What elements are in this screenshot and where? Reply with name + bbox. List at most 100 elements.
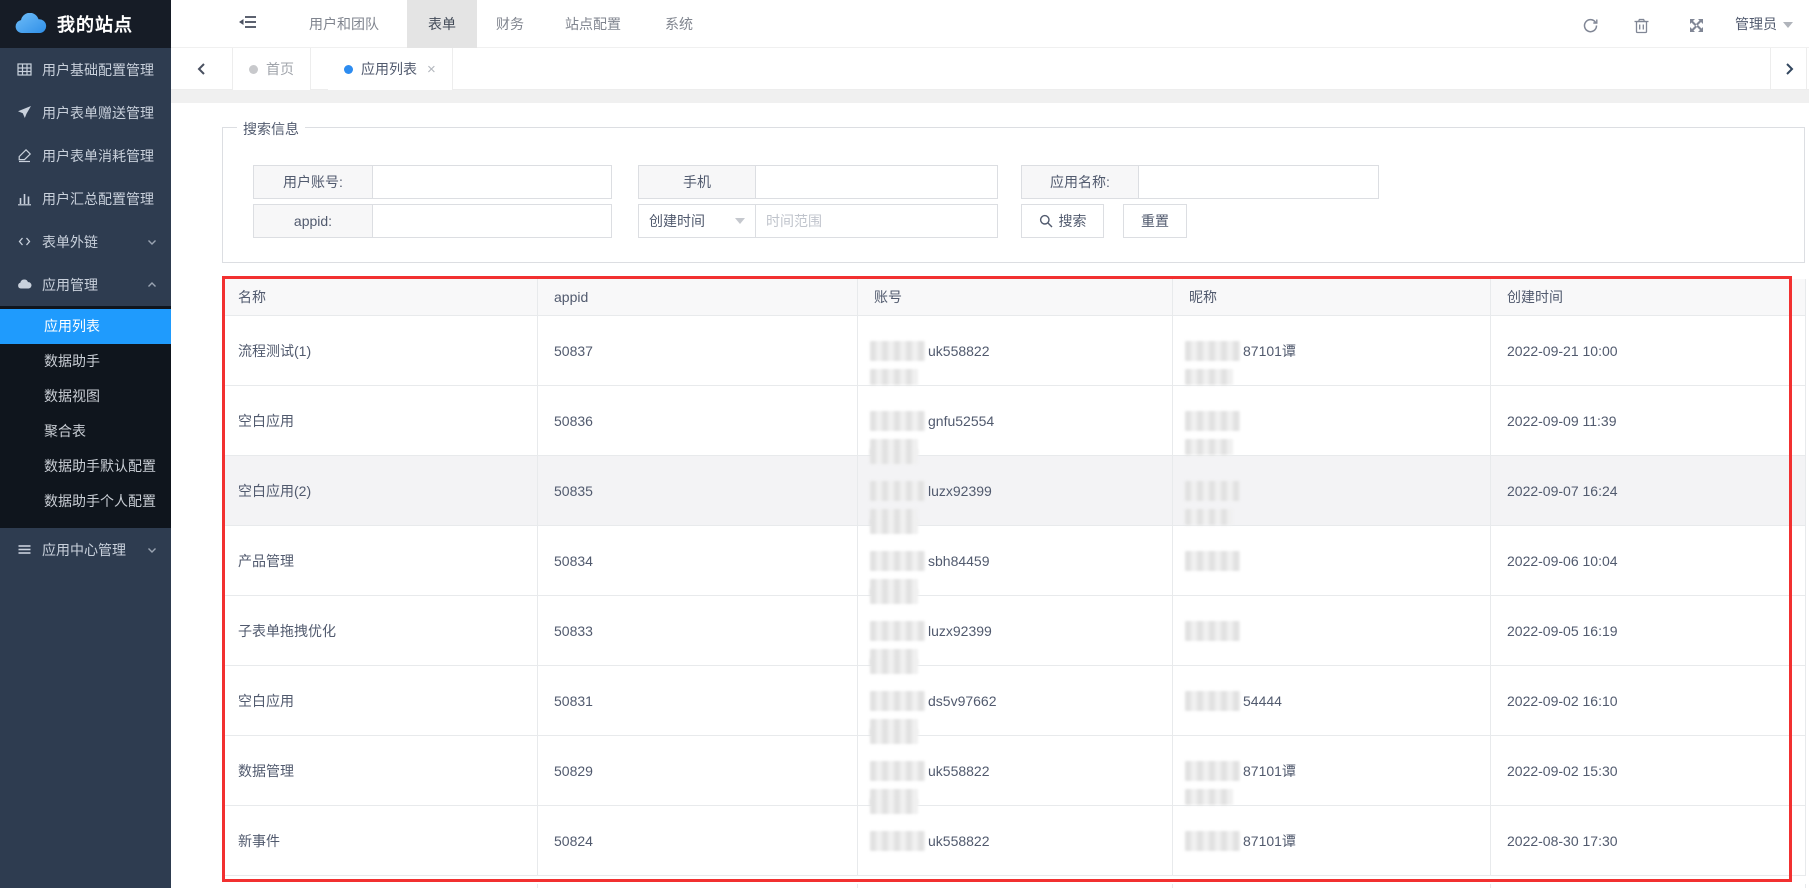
- table-row[interactable]: 产品管理 50834 sbh84459 2022-09-06 10:04: [222, 526, 1805, 596]
- close-icon[interactable]: ×: [427, 61, 436, 78]
- redaction-blur: [870, 729, 918, 744]
- main-content: 搜索信息 用户账号: 手机 应用名称: appid: 创建时间 搜索 重置 名称…: [171, 103, 1809, 888]
- app-name-input[interactable]: [1138, 165, 1379, 199]
- redaction-blur: [870, 761, 925, 781]
- search-icon: [1039, 214, 1053, 228]
- sidebar-item-data-view[interactable]: 数据视图: [0, 379, 171, 414]
- cell-appid: 50836: [538, 386, 858, 456]
- cell-account: luzx92399: [858, 596, 1173, 666]
- tab-home[interactable]: 首页: [233, 48, 311, 90]
- cell-appid: 50835: [538, 456, 858, 526]
- table-row[interactable]: 子表单拖拽优化 50833 luzx92399 2022-09-05 16:19: [222, 596, 1805, 666]
- tab-scroll-right-icon[interactable]: [1770, 48, 1807, 90]
- sidebar-item-assistant-personal-config[interactable]: 数据助手个人配置: [0, 484, 171, 519]
- tab-label: 应用列表: [361, 59, 417, 79]
- nav-item-forms[interactable]: 表单: [407, 0, 477, 48]
- redaction-blur: [1185, 831, 1240, 851]
- col-header-name: 名称: [222, 279, 538, 316]
- redaction-blur: [870, 659, 918, 674]
- tab-scroll-left-icon[interactable]: [171, 48, 233, 90]
- cell-created: 2022-09-02 15:30: [1491, 736, 1805, 806]
- sidebar-item-user-summary[interactable]: 用户汇总配置管理: [0, 177, 171, 220]
- eraser-icon: [17, 148, 32, 163]
- cloud-logo-icon: [14, 13, 48, 35]
- cell-account: gnfu52554: [858, 386, 1173, 456]
- page-tab-bar: 首页 应用列表 ×: [171, 48, 1809, 90]
- admin-user-menu[interactable]: 管理员: [1735, 0, 1793, 48]
- content-gap-strip: [171, 90, 1809, 103]
- redaction-blur: [1185, 341, 1240, 361]
- fullscreen-icon[interactable]: [1688, 0, 1705, 48]
- top-header: 用户和团队 表单 财务 站点配置 系统 管理员: [171, 0, 1809, 48]
- cell-created: 2022-08-30 17:30: [1491, 806, 1805, 876]
- sidebar-item-form-consume[interactable]: 用户表单消耗管理: [0, 134, 171, 177]
- cell-nickname: [1173, 596, 1491, 666]
- redaction-blur: [870, 449, 918, 464]
- search-panel: 搜索信息 用户账号: 手机 应用名称: appid: 创建时间 搜索 重置: [222, 127, 1805, 263]
- nav-item-users-teams[interactable]: 用户和团队: [309, 0, 379, 48]
- sidebar-item-app-management[interactable]: 应用管理: [0, 263, 171, 306]
- sidebar-item-label: 用户基础配置管理: [42, 60, 154, 80]
- user-account-input[interactable]: [372, 165, 612, 199]
- sidebar-item-form-links[interactable]: 表单外链: [0, 220, 171, 263]
- cell-account: uk558822: [858, 736, 1173, 806]
- cell-account: sbh84459: [858, 526, 1173, 596]
- redaction-blur: [1185, 509, 1233, 525]
- sidebar-item-form-gift[interactable]: 用户表单赠送管理: [0, 91, 171, 134]
- app-name-label: 应用名称:: [1021, 165, 1139, 199]
- sidebar-item-app-list[interactable]: 应用列表: [0, 309, 171, 344]
- cell-nickname: [1173, 386, 1491, 456]
- cell-created: 2022-09-02 16:10: [1491, 666, 1805, 736]
- reset-button[interactable]: 重置: [1123, 204, 1187, 238]
- nav-item-site-config[interactable]: 站点配置: [565, 0, 621, 48]
- table-row[interactable]: 新事件 50824 uk558822 87101谭 2022-08-30 17:…: [222, 806, 1805, 876]
- cell-account: ds5v97662: [858, 666, 1173, 736]
- caret-down-icon: [1783, 22, 1793, 28]
- col-header-account: 账号: [858, 279, 1173, 316]
- cell-appid: 50833: [538, 596, 858, 666]
- table-row[interactable]: 空白应用 50836 gnfu52554 2022-09-09 11:39: [222, 386, 1805, 456]
- nav-item-finance[interactable]: 财务: [496, 0, 524, 48]
- cell-appid: 50829: [538, 736, 858, 806]
- sidebar-collapse-icon[interactable]: [235, 0, 261, 48]
- refresh-icon[interactable]: [1582, 0, 1599, 48]
- cell-name: 空白应用: [222, 386, 538, 456]
- appid-input[interactable]: [372, 204, 612, 238]
- redaction-blur: [1185, 691, 1240, 711]
- cell-created: 2022-09-06 10:04: [1491, 526, 1805, 596]
- tab-app-list[interactable]: 应用列表 ×: [328, 48, 453, 90]
- app-logo[interactable]: 我的站点: [0, 0, 171, 48]
- cell-nickname: 87101谭: [1173, 806, 1491, 876]
- sidebar-item-data-assistant[interactable]: 数据助手: [0, 344, 171, 379]
- table-row[interactable]: 数据管理 50829 uk558822 87101谭 2022-09-02 15…: [222, 736, 1805, 806]
- app-table: 名称 appid 账号 昵称 创建时间 流程测试(1) 50837 uk5588…: [222, 279, 1806, 876]
- trash-icon[interactable]: [1633, 0, 1650, 48]
- sidebar-item-label: 应用中心管理: [42, 540, 126, 560]
- sidebar-item-assistant-default-config[interactable]: 数据助手默认配置: [0, 449, 171, 484]
- table-row[interactable]: 空白应用(2) 50835 luzx92399 2022-09-07 16:24: [222, 456, 1805, 526]
- send-icon: [17, 105, 32, 120]
- cell-appid: 50837: [538, 316, 858, 386]
- admin-label: 管理员: [1735, 16, 1777, 32]
- redaction-blur: [870, 621, 925, 641]
- user-account-label: 用户账号:: [253, 165, 373, 199]
- table-row[interactable]: 流程测试(1) 50837 uk558822 87101谭 2022-09-21…: [222, 316, 1805, 386]
- table-row-partial: [222, 884, 1806, 888]
- phone-input[interactable]: [755, 165, 998, 199]
- col-header-appid: appid: [538, 279, 858, 316]
- search-button[interactable]: 搜索: [1021, 204, 1104, 238]
- chevron-up-icon: [147, 277, 157, 293]
- tab-label: 首页: [266, 59, 294, 79]
- nav-item-system[interactable]: 系统: [665, 0, 693, 48]
- site-name: 我的站点: [57, 11, 133, 37]
- sidebar-item-aggregate-table[interactable]: 聚合表: [0, 414, 171, 449]
- sidebar-item-app-center[interactable]: 应用中心管理: [0, 528, 171, 571]
- time-range-input[interactable]: [755, 204, 998, 238]
- cell-nickname: 87101谭: [1173, 736, 1491, 806]
- time-type-select[interactable]: 创建时间: [638, 204, 756, 238]
- search-button-label: 搜索: [1059, 211, 1087, 231]
- sidebar-item-user-base-config[interactable]: 用户基础配置管理: [0, 48, 171, 91]
- redaction-blur: [1185, 761, 1240, 781]
- table-row[interactable]: 空白应用 50831 ds5v97662 54444 2022-09-02 16…: [222, 666, 1805, 736]
- cell-account: luzx92399: [858, 456, 1173, 526]
